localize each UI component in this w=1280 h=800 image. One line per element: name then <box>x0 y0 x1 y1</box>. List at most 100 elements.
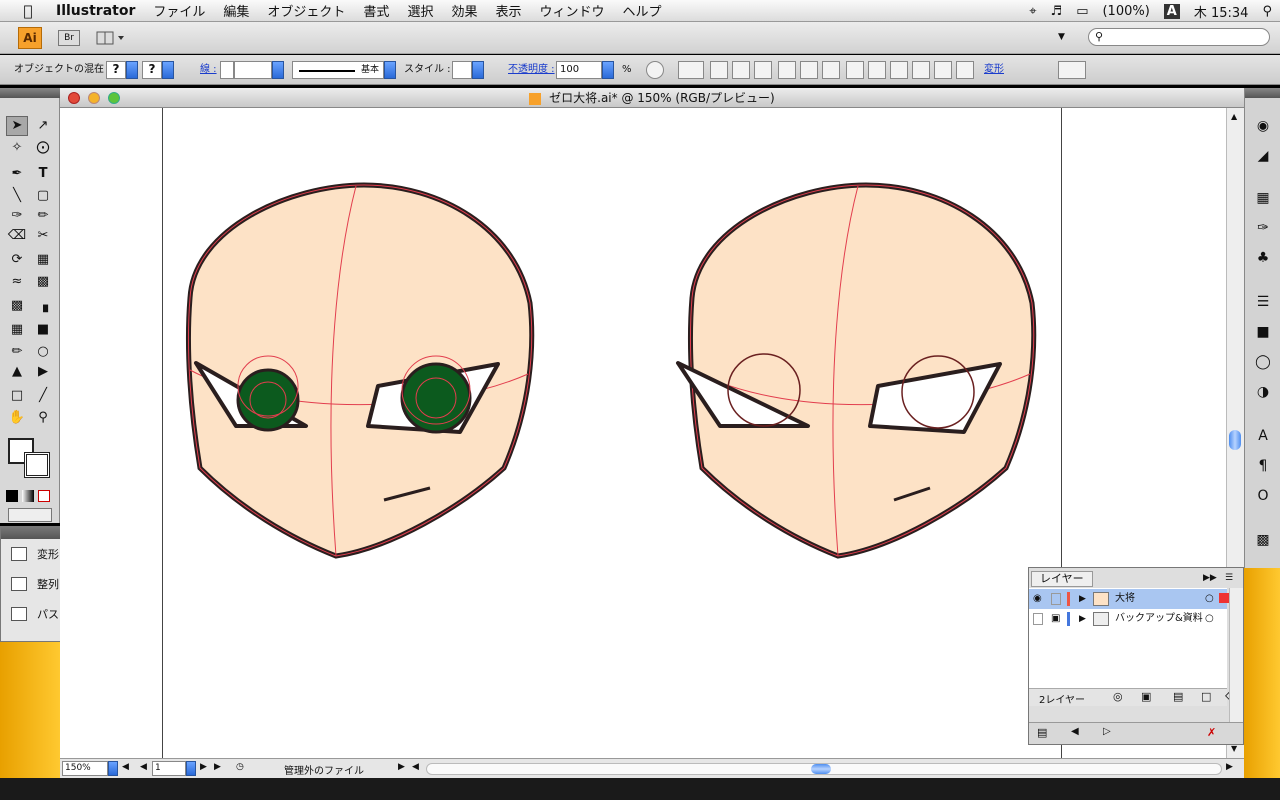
menu-edit[interactable]: 編集 <box>223 1 249 20</box>
toolbox-header[interactable] <box>0 88 60 98</box>
layer-name[interactable]: 大将 <box>1115 589 1135 609</box>
previous-icon[interactable]: ◀ <box>1071 726 1079 737</box>
slice-tool-icon[interactable]: ╱ <box>32 386 54 406</box>
target-icon[interactable]: ○ <box>1205 609 1214 629</box>
graphic-style-swatch[interactable] <box>452 61 472 79</box>
stroke-weight-dropdown-icon[interactable] <box>272 61 284 79</box>
scissors-tool-icon[interactable]: ✂ <box>32 226 54 246</box>
align-top-icon[interactable] <box>778 61 796 79</box>
pen-tool-icon[interactable]: ✒ <box>6 164 28 184</box>
page-dropdown-icon[interactable] <box>186 761 196 776</box>
free-transform-tool-icon[interactable]: ▩ <box>32 272 54 292</box>
volume-icon[interactable]: ♬ <box>1051 4 1063 19</box>
fill-dropdown-icon[interactable] <box>126 61 138 79</box>
input-mode-icon[interactable]: A <box>1163 3 1180 19</box>
expand-arrow-icon[interactable]: ▶ <box>1079 609 1086 629</box>
page-field[interactable]: 1 <box>152 761 186 776</box>
search-field[interactable]: ⚲ <box>1088 28 1270 46</box>
battery-icon[interactable]: ▭ <box>1076 4 1088 19</box>
dock-header[interactable] <box>1245 88 1280 98</box>
layer-row[interactable]: ◉ ▶ 大将 ○ <box>1029 589 1229 609</box>
zoom-window-icon[interactable] <box>108 92 120 104</box>
clear-icon[interactable]: ✗ <box>1207 726 1216 739</box>
zoom-dropdown-icon[interactable] <box>108 761 118 776</box>
gradient-panel-icon[interactable]: ■ <box>1253 322 1273 342</box>
minimize-window-icon[interactable] <box>88 92 100 104</box>
type-tool-icon[interactable]: T <box>32 164 54 184</box>
blend-tool-icon[interactable]: ○ <box>32 342 54 362</box>
direct-selection-tool-icon[interactable]: ↗ <box>32 116 54 136</box>
graphic-styles-panel-icon[interactable]: ▩ <box>1253 530 1273 550</box>
menu-help[interactable]: ヘルプ <box>623 1 662 20</box>
selection-tool-icon[interactable]: ➤ <box>6 116 28 136</box>
menu-object[interactable]: オブジェクト <box>267 1 345 20</box>
apple-menu-icon[interactable]:  <box>0 2 56 20</box>
eyedropper-tool-icon[interactable]: ✏ <box>6 342 28 362</box>
opacity-link[interactable]: 不透明度 : <box>508 61 555 79</box>
stroke-dropdown-icon[interactable] <box>162 61 174 79</box>
live-paint-bucket-tool-icon[interactable]: ▲ <box>6 362 28 382</box>
gradient-tool-icon[interactable]: ■ <box>32 320 54 340</box>
clock[interactable]: 木 15:34 <box>1194 2 1249 21</box>
character-panel-icon[interactable]: A <box>1253 426 1273 446</box>
spotlight-icon[interactable]: ⚲ <box>1262 4 1272 19</box>
align-to-dropdown-icon[interactable] <box>678 61 704 79</box>
none-mode-icon[interactable] <box>38 490 50 502</box>
symbols-panel-icon[interactable]: ♣ <box>1253 248 1273 268</box>
first-page-icon[interactable]: ◀ <box>122 762 129 772</box>
zoom-tool-icon[interactable]: ⚲ <box>32 408 54 428</box>
recolor-artwork-icon[interactable] <box>646 61 664 79</box>
horizontal-scrollbar[interactable] <box>426 763 1222 775</box>
align-vertical-center-icon[interactable] <box>800 61 818 79</box>
paragraph-panel-icon[interactable]: ¶ <box>1253 456 1273 476</box>
selection-indicator[interactable] <box>1219 593 1229 603</box>
bridge-button[interactable]: Br <box>58 30 80 46</box>
vertical-scroll-thumb[interactable] <box>1229 430 1241 450</box>
menu-view[interactable]: 表示 <box>495 1 521 20</box>
rectangle-tool-icon[interactable]: ▢ <box>32 186 54 206</box>
stroke-swatch[interactable]: ? <box>142 61 162 79</box>
menu-effect[interactable]: 効果 <box>451 1 477 20</box>
stroke-weight-field[interactable] <box>234 61 272 79</box>
layer-options-icon[interactable]: ▤ <box>1037 726 1047 739</box>
menu-app-name[interactable]: Illustrator <box>56 3 135 19</box>
hand-tool-icon[interactable]: ✋ <box>6 408 28 428</box>
align-bottom-icon[interactable] <box>822 61 840 79</box>
distribute-top-icon[interactable] <box>846 61 864 79</box>
layer-row[interactable]: ▣ ▶ バックアップ&資料 ○ <box>1029 609 1227 629</box>
stroke-panel-icon[interactable]: ☰ <box>1253 292 1273 312</box>
menu-select[interactable]: 選択 <box>407 1 433 20</box>
next-icon[interactable]: ▷ <box>1103 726 1111 737</box>
brushes-panel-icon[interactable]: ✑ <box>1253 218 1273 238</box>
visibility-toggle[interactable] <box>1033 613 1043 625</box>
menu-window[interactable]: ウィンドウ <box>539 1 604 20</box>
appearance-panel-icon[interactable]: ◑ <box>1253 382 1273 402</box>
align-horizontal-center-icon[interactable] <box>732 61 750 79</box>
status-info[interactable]: 管理外のファイル <box>284 762 364 777</box>
mesh-tool-icon[interactable]: ▦ <box>6 320 28 340</box>
scroll-down-icon[interactable]: ▼ <box>1231 744 1237 753</box>
collapse-panel-icon[interactable]: ▶▶ <box>1203 573 1217 583</box>
document-titlebar[interactable]: ゼロ大将.ai* @ 150% (RGB/プレビュー) <box>60 88 1244 108</box>
scale-tool-icon[interactable]: ▦ <box>32 250 54 270</box>
next-page-icon[interactable]: ▶ <box>200 762 207 772</box>
panel-menu-icon[interactable]: ☰ <box>1225 573 1233 583</box>
paintbrush-tool-icon[interactable]: ✑ <box>6 206 28 226</box>
symbol-sprayer-tool-icon[interactable]: ▩ <box>6 296 28 316</box>
menu-file[interactable]: ファイル <box>153 1 205 20</box>
align-right-icon[interactable] <box>754 61 772 79</box>
rotate-tool-icon[interactable]: ⟳ <box>6 250 28 270</box>
warp-tool-icon[interactable]: ≈ <box>6 272 28 292</box>
align-left-icon[interactable] <box>710 61 728 79</box>
opacity-field[interactable]: 100 <box>556 61 602 79</box>
gradient-mode-icon[interactable] <box>22 490 34 502</box>
isolate-group-icon[interactable] <box>1058 61 1086 79</box>
stroke-link[interactable]: 線 : <box>200 61 217 79</box>
close-window-icon[interactable] <box>68 92 80 104</box>
workspace-dropdown-icon[interactable]: ▼ <box>1058 32 1065 42</box>
make-clipping-mask-icon[interactable]: ▣ <box>1141 690 1151 703</box>
magic-wand-tool-icon[interactable]: ✧ <box>6 138 28 158</box>
new-sublayer-icon[interactable]: ▤ <box>1173 690 1183 703</box>
scroll-right-icon[interactable]: ▶ <box>1226 762 1233 772</box>
stroke-profile-dropdown-icon[interactable] <box>384 61 396 79</box>
